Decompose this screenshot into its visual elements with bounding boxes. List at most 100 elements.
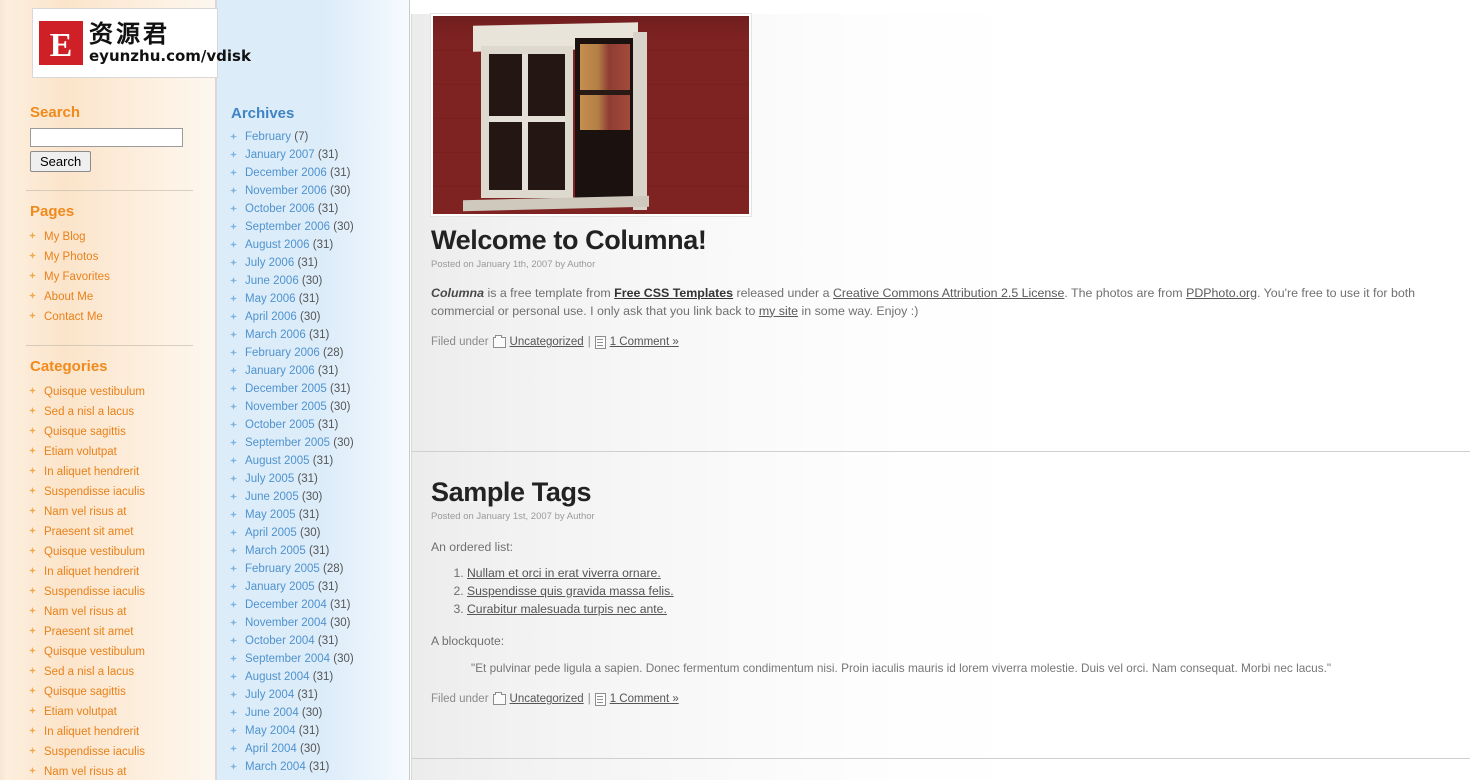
diamond-bullet-icon	[29, 607, 36, 614]
archive-link[interactable]: August 2004	[245, 671, 310, 683]
archive-link[interactable]: November 2005	[245, 401, 327, 413]
archive-count: (31)	[317, 365, 339, 377]
archive-link[interactable]: October 2004	[245, 635, 315, 647]
archive-link[interactable]: June 2005	[245, 491, 299, 503]
list-item-link[interactable]: Suspendisse quis gravida massa felis.	[467, 584, 674, 598]
sidebar-link[interactable]: In aliquet hendrerit	[44, 726, 139, 738]
diamond-bullet-icon	[230, 439, 237, 446]
archive-link[interactable]: October 2005	[245, 419, 315, 431]
sidebar-link[interactable]: In aliquet hendrerit	[44, 566, 139, 578]
archive-link[interactable]: November 2006	[245, 185, 327, 197]
sidebar-link[interactable]: Nam vel risus at	[44, 506, 126, 518]
diamond-bullet-icon	[230, 673, 237, 680]
comment-icon	[594, 692, 606, 706]
body-text: in some way. Enjoy :)	[798, 303, 919, 318]
sidebar-link[interactable]: Sed a nisl a lacus	[44, 666, 134, 678]
archive-link[interactable]: March 2006	[245, 329, 306, 341]
sidebar-link[interactable]: Suspendisse iaculis	[44, 586, 145, 598]
sidebar-link[interactable]: In aliquet hendrerit	[44, 466, 139, 478]
sidebar-link[interactable]: About Me	[44, 291, 93, 303]
archive-count: (31)	[297, 689, 318, 701]
archive-item: September 2005 (30)	[217, 434, 409, 452]
sidebar-link[interactable]: Etiam volutpat	[44, 706, 117, 718]
sidebar-link[interactable]: Etiam volutpat	[44, 446, 117, 458]
archive-link[interactable]: May 2005	[245, 509, 296, 521]
list-item-link[interactable]: Nullam et orci in erat viverra ornare.	[467, 566, 661, 580]
archive-link[interactable]: June 2004	[245, 707, 299, 719]
sidebar-link[interactable]: Quisque sagittis	[44, 426, 126, 438]
list-item-link[interactable]: Curabitur malesuada turpis nec ante.	[467, 602, 667, 616]
sidebar-link[interactable]: Contact Me	[44, 311, 103, 323]
link-free-css-templates[interactable]: Free CSS Templates	[614, 286, 733, 300]
sidebar-link[interactable]: Nam vel risus at	[44, 606, 126, 618]
sidebar-link[interactable]: Suspendisse iaculis	[44, 486, 145, 498]
archive-link[interactable]: September 2004	[245, 653, 330, 665]
archive-item: December 2004 (31)	[217, 596, 409, 614]
archives-heading: Archives	[231, 105, 295, 122]
sidebar-link[interactable]: Sed a nisl a lacus	[44, 406, 134, 418]
sidebar-link[interactable]: Nam vel risus at	[44, 766, 126, 778]
archive-link[interactable]: October 2006	[245, 203, 315, 215]
archive-link[interactable]: January 2006	[245, 365, 315, 377]
sidebar-link[interactable]: Quisque vestibulum	[44, 646, 145, 658]
archive-link[interactable]: February 2005	[245, 563, 320, 575]
sidebar-link[interactable]: Praesent sit amet	[44, 526, 133, 538]
archive-link[interactable]: August 2005	[245, 455, 310, 467]
archive-link[interactable]: January 2007	[245, 149, 315, 161]
sidebar-link[interactable]: Quisque sagittis	[44, 686, 126, 698]
sidebar-link[interactable]: Suspendisse iaculis	[44, 746, 145, 758]
sidebar-link[interactable]: Quisque vestibulum	[44, 546, 145, 558]
archive-link[interactable]: May 2006	[245, 293, 296, 305]
archive-link[interactable]: February 2006	[245, 347, 320, 359]
archive-link[interactable]: March 2004	[245, 761, 306, 773]
archive-link[interactable]: December 2004	[245, 599, 327, 611]
category-link[interactable]: Uncategorized	[510, 693, 584, 705]
link-my-site[interactable]: my site	[759, 304, 798, 318]
diamond-bullet-icon	[29, 547, 36, 554]
diamond-bullet-icon	[29, 312, 36, 319]
archive-item: February 2006 (28)	[217, 344, 409, 362]
archive-link[interactable]: September 2005	[245, 437, 330, 449]
archive-count: (30)	[301, 491, 323, 503]
archive-link[interactable]: April 2006	[245, 311, 297, 323]
archive-count: (31)	[330, 383, 351, 395]
search-input[interactable]	[30, 128, 183, 147]
list-item: Nam vel risus at	[0, 602, 215, 622]
footer-separator: |	[587, 693, 591, 706]
sidebar-link[interactable]: My Photos	[44, 251, 98, 263]
archive-link[interactable]: July 2005	[245, 473, 294, 485]
archives-list: February (7) January 2007 (31) December 20…	[217, 128, 409, 776]
archive-link[interactable]: May 2004	[245, 725, 296, 737]
archive-link[interactable]: January 2005	[245, 581, 315, 593]
archive-link[interactable]: September 2006	[245, 221, 330, 233]
archive-link[interactable]: June 2006	[245, 275, 299, 287]
list-item: Suspendisse iaculis	[0, 482, 215, 502]
sidebar-link[interactable]: My Favorites	[44, 271, 110, 283]
archive-link[interactable]: November 2004	[245, 617, 327, 629]
diamond-bullet-icon	[29, 527, 36, 534]
archive-item: November 2004 (30)	[217, 614, 409, 632]
link-cc-license[interactable]: Creative Commons Attribution 2.5 License	[833, 286, 1064, 300]
archive-link[interactable]: April 2005	[245, 527, 297, 539]
category-link[interactable]: Uncategorized	[510, 336, 584, 348]
sidebar-link[interactable]: My Blog	[44, 231, 86, 243]
link-pdphoto[interactable]: PDPhoto.org	[1186, 286, 1257, 300]
search-button[interactable]: Search	[30, 151, 92, 172]
sidebar-link[interactable]: Praesent sit amet	[44, 626, 133, 638]
post-meta: Posted on January 1th, 2007 by Author	[431, 258, 596, 270]
comments-link[interactable]: 1 Comment »	[610, 336, 679, 348]
sidebar-link[interactable]: Quisque vestibulum	[44, 386, 145, 398]
archive-link[interactable]: March 2005	[245, 545, 306, 557]
archive-link[interactable]: December 2006	[245, 167, 327, 179]
archive-count: (31)	[317, 419, 339, 431]
archive-link[interactable]: April 2004	[245, 743, 297, 755]
archive-link[interactable]: July 2004	[245, 689, 294, 701]
archive-link[interactable]: August 2006	[245, 239, 310, 251]
post-title: Sample Tags	[431, 477, 592, 507]
archive-item: August 2005 (31)	[217, 452, 409, 470]
archive-link[interactable]: December 2005	[245, 383, 327, 395]
archive-link[interactable]: July 2006	[245, 257, 294, 269]
archive-link[interactable]: February	[245, 131, 291, 143]
sidebar-divider	[26, 190, 193, 191]
comments-link[interactable]: 1 Comment »	[610, 693, 679, 705]
